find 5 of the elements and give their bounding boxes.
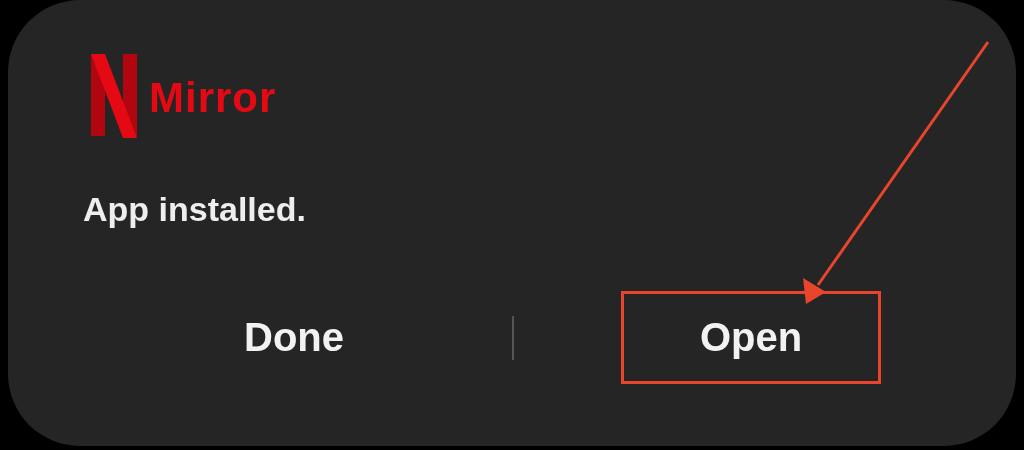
highlighted-button[interactable]: Open (621, 291, 881, 384)
dialog-button[interactable]: Done (164, 291, 424, 384)
app-name: Mirror (149, 74, 277, 122)
message: App installed. (83, 190, 307, 229)
n-logo-icon (91, 54, 137, 138)
